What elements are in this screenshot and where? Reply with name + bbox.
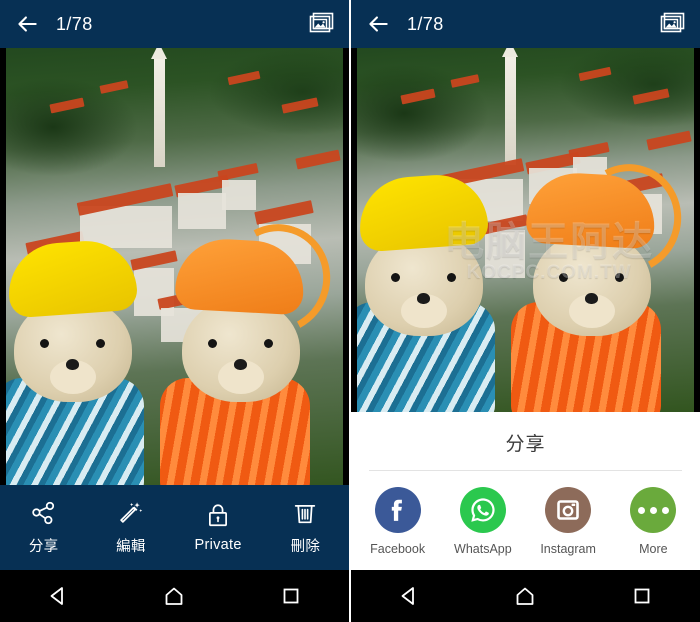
photo-viewer[interactable] <box>6 48 343 488</box>
teddy-bear-right <box>156 236 336 488</box>
share-target-label: WhatsApp <box>454 542 512 556</box>
nav-home-button[interactable] <box>116 584 232 608</box>
nav-home-button[interactable] <box>467 584 583 608</box>
teddy-bear-right <box>507 170 687 412</box>
photo-image: 电脑王阿达 KOCPC.COM.TW <box>357 48 694 412</box>
nav-recents-button[interactable] <box>584 584 700 608</box>
left-app-bar: 1/78 <box>0 0 349 48</box>
share-target-list: Facebook WhatsApp Instagram More <box>351 471 700 556</box>
nav-recents-button[interactable] <box>233 584 349 608</box>
delete-action-button[interactable]: 刪除 <box>262 500 349 556</box>
arrow-left-icon[interactable] <box>365 11 391 37</box>
right-app-bar: 1/78 <box>351 0 700 48</box>
edit-action-label: 編輯 <box>116 538 146 555</box>
photo-counter: 1/78 <box>407 13 444 34</box>
left-action-toolbar: 分享 編輯 Private 刪除 <box>0 485 349 570</box>
share-target-instagram[interactable]: Instagram <box>526 487 611 556</box>
church-tower <box>502 48 519 166</box>
instagram-icon <box>545 487 592 533</box>
share-sheet-title: 分享 <box>505 434 546 455</box>
nav-recents-square-icon <box>283 588 299 604</box>
left-android-navbar <box>0 570 349 622</box>
share-nodes-icon <box>31 501 54 524</box>
whatsapp-icon <box>459 487 506 533</box>
teddy-bear-left <box>357 171 513 412</box>
share-bottom-sheet: 分享 Facebook WhatsApp Instagram More <box>351 412 700 570</box>
arrow-left-icon[interactable] <box>14 11 40 37</box>
share-target-label: Instagram <box>540 542 596 556</box>
trash-icon <box>295 504 316 523</box>
lock-icon <box>209 504 228 527</box>
dual-screenshot-stage: 1/78 分享 編輯 Private 刪除 1/78 电脑王阿达 KOCPC.C… <box>0 0 700 622</box>
share-action-button[interactable]: 分享 <box>0 500 87 556</box>
delete-action-label: 刪除 <box>290 538 321 555</box>
edit-action-button[interactable]: 編輯 <box>87 500 174 556</box>
teddy-bear-left <box>6 237 162 488</box>
nav-back-button[interactable] <box>351 584 467 608</box>
left-phone-screen: 1/78 分享 編輯 Private 刪除 <box>0 0 349 622</box>
private-action-button[interactable]: Private <box>175 502 262 553</box>
magic-wand-icon <box>120 501 143 523</box>
nav-back-triangle-icon <box>50 587 64 605</box>
nav-home-pentagon-icon <box>166 587 183 605</box>
right-phone-screen: 1/78 电脑王阿达 KOCPC.COM.TW 分享 Facebook What… <box>351 0 700 622</box>
photo-counter: 1/78 <box>56 13 93 34</box>
private-action-label: Private <box>194 537 242 553</box>
share-target-label: More <box>639 542 668 556</box>
share-target-facebook[interactable]: Facebook <box>355 487 440 556</box>
nav-back-button[interactable] <box>0 584 116 608</box>
photo-viewer[interactable]: 电脑王阿达 KOCPC.COM.TW <box>357 48 694 412</box>
nav-home-pentagon-icon <box>517 587 534 605</box>
nav-back-triangle-icon <box>401 587 415 605</box>
ellipsis-dots <box>637 506 669 514</box>
facebook-icon <box>374 487 421 533</box>
church-tower <box>151 48 168 167</box>
more-dots-icon <box>630 487 677 533</box>
share-action-label: 分享 <box>28 538 59 555</box>
share-target-whatsapp[interactable]: WhatsApp <box>440 487 525 556</box>
share-target-label: Facebook <box>370 542 426 556</box>
nav-recents-square-icon <box>634 588 650 604</box>
right-android-navbar <box>351 570 700 622</box>
share-target-more[interactable]: More <box>611 487 696 556</box>
gallery-icon[interactable] <box>660 12 686 36</box>
photo-image <box>6 48 343 488</box>
gallery-icon[interactable] <box>309 12 335 36</box>
